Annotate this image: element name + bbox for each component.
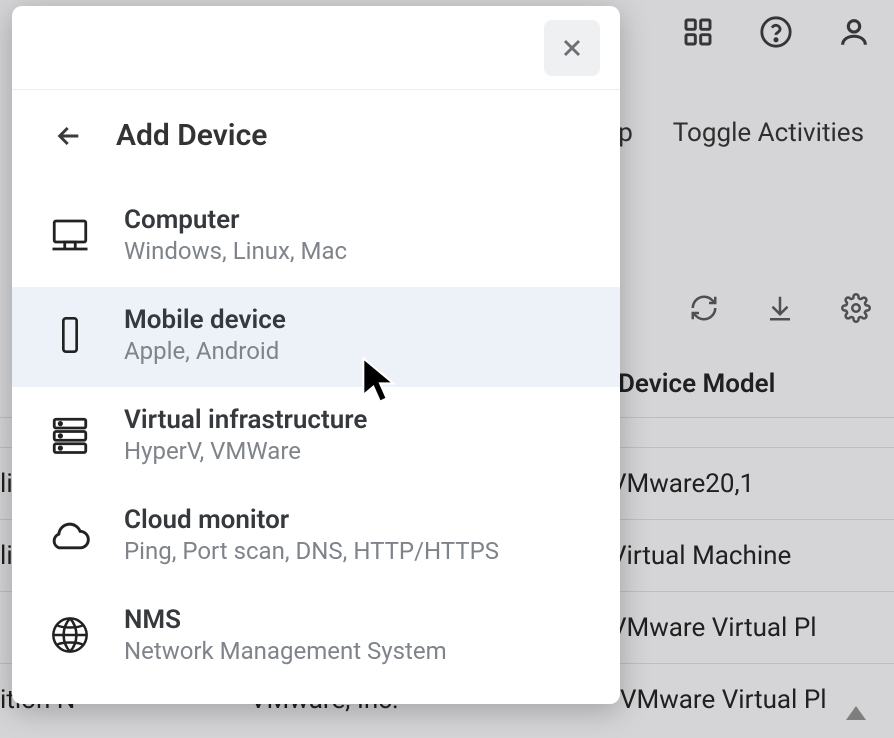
option-title: Cloud monitor <box>124 505 499 535</box>
profile-icon[interactable] <box>834 12 874 52</box>
globe-icon <box>46 611 94 659</box>
option-mobile[interactable]: Mobile device Apple, Android <box>12 287 620 387</box>
option-cloud[interactable]: Cloud monitor Ping, Port scan, DNS, HTTP… <box>12 487 620 587</box>
option-subtitle: HyperV, VMWare <box>124 437 367 465</box>
option-nms[interactable]: NMS Network Management System <box>12 587 620 687</box>
option-title: Virtual infrastructure <box>124 405 367 435</box>
settings-gear-icon[interactable] <box>838 290 874 326</box>
option-title: Computer <box>124 205 347 235</box>
add-device-modal: Add Device Computer Windows, Linux, Mac … <box>12 6 620 704</box>
option-subtitle: Ping, Port scan, DNS, HTTP/HTTPS <box>124 537 499 565</box>
download-icon[interactable] <box>762 290 798 326</box>
computer-icon <box>46 211 94 259</box>
scroll-up-icon[interactable] <box>846 706 866 720</box>
action-toggle-activities[interactable]: Toggle Activities <box>673 118 864 148</box>
back-arrow-icon[interactable] <box>52 119 86 153</box>
option-virtual[interactable]: Virtual infrastructure HyperV, VMWare <box>12 387 620 487</box>
option-subtitle: Apple, Android <box>124 337 286 365</box>
option-title: NMS <box>124 605 447 635</box>
close-button[interactable] <box>544 20 600 76</box>
option-subtitle: Network Management System <box>124 637 447 665</box>
cloud-icon <box>46 511 94 559</box>
help-icon[interactable] <box>756 12 796 52</box>
option-computer[interactable]: Computer Windows, Linux, Mac <box>12 187 620 287</box>
server-icon <box>46 411 94 459</box>
mobile-icon <box>46 311 94 359</box>
option-subtitle: Windows, Linux, Mac <box>124 237 347 265</box>
modal-title: Add Device <box>116 118 267 153</box>
option-title: Mobile device <box>124 305 286 335</box>
refresh-icon[interactable] <box>686 290 722 326</box>
apps-icon[interactable] <box>678 12 718 52</box>
